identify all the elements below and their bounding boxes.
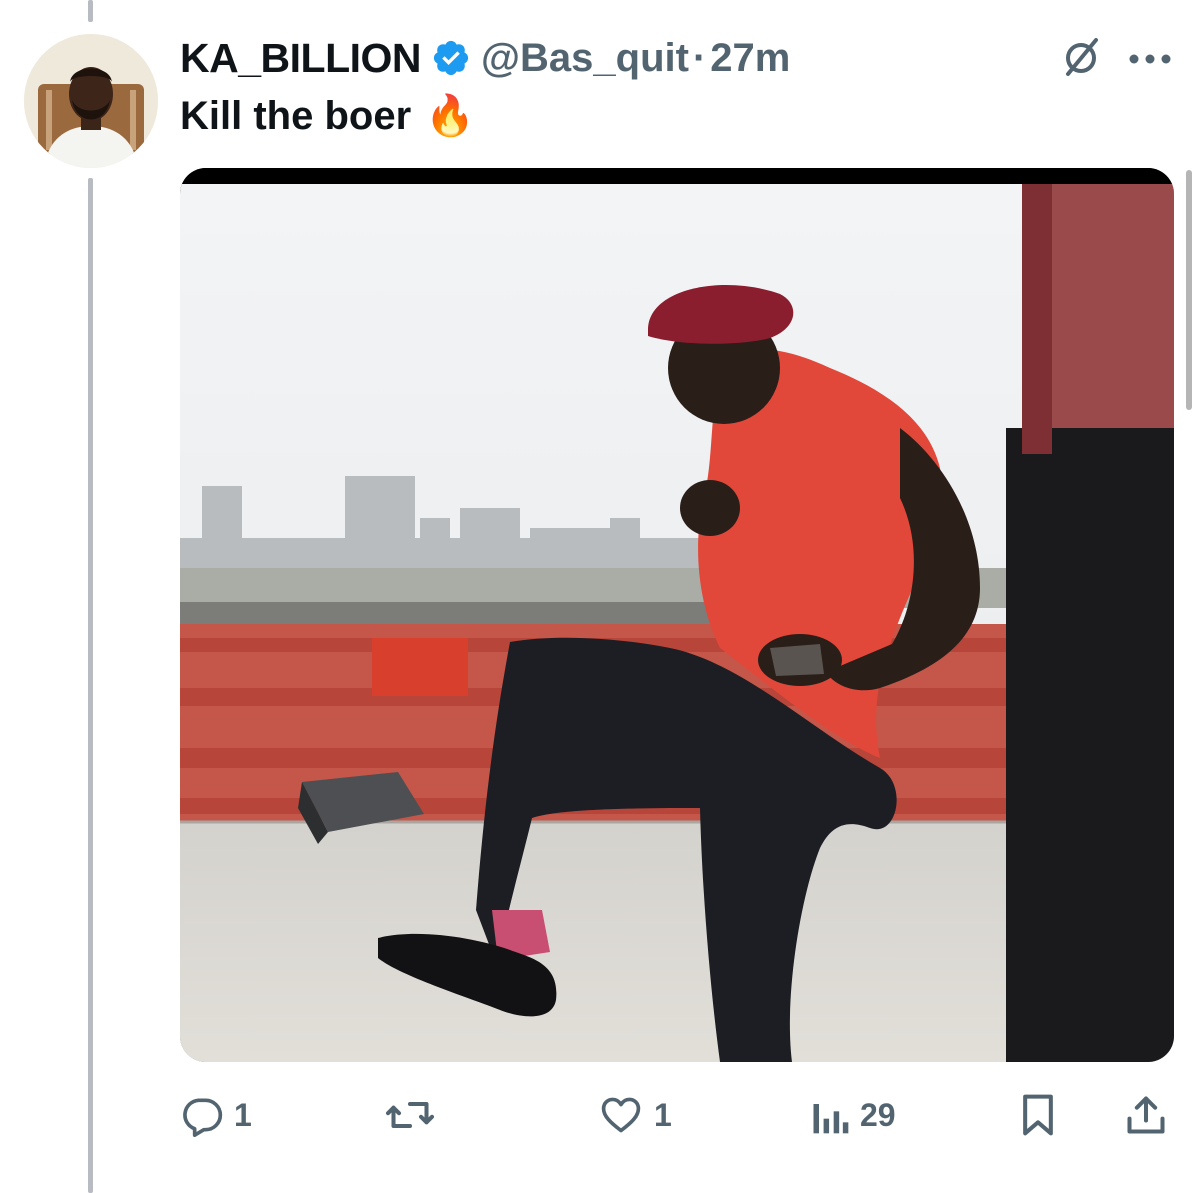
photo — [180, 168, 1174, 1062]
verified-badge-icon — [431, 38, 471, 78]
reply-icon — [180, 1093, 224, 1137]
retweet-button[interactable] — [384, 1090, 446, 1140]
action-bar: 1 1 29 — [0, 1080, 1200, 1150]
tweet-media-image[interactable] — [180, 168, 1174, 1062]
views-count: 29 — [860, 1096, 896, 1133]
bookmark-button[interactable] — [1020, 1090, 1056, 1140]
grok-icon[interactable] — [1058, 34, 1104, 80]
scrollbar[interactable] — [1186, 170, 1192, 410]
reply-count: 1 — [234, 1096, 252, 1133]
display-name[interactable]: KA_BILLION — [180, 35, 422, 82]
handle[interactable]: @Bas_quit — [481, 36, 689, 81]
avatar-image — [24, 34, 158, 168]
retweet-icon — [384, 1093, 436, 1137]
like-icon — [598, 1093, 644, 1137]
avatar[interactable] — [24, 34, 158, 168]
reply-button[interactable]: 1 — [180, 1090, 252, 1140]
share-button[interactable] — [1124, 1090, 1168, 1140]
thread-line-top — [88, 0, 93, 22]
separator-dot: · — [692, 35, 707, 80]
more-icon[interactable] — [1128, 52, 1172, 64]
thread-line — [88, 178, 93, 1193]
views-button[interactable]: 29 — [810, 1090, 896, 1140]
tweet-header: KA_BILLION @Bas_quit · 27m — [180, 30, 790, 86]
like-button[interactable]: 1 — [598, 1090, 672, 1140]
views-icon — [810, 1093, 850, 1137]
like-count: 1 — [654, 1096, 672, 1133]
timestamp[interactable]: 27m — [710, 36, 790, 81]
share-icon — [1124, 1093, 1168, 1137]
tweet-text: Kill the boer 🔥 — [180, 90, 475, 142]
bookmark-icon — [1020, 1093, 1056, 1137]
tweet-page: KA_BILLION @Bas_quit · 27m Kill the boer… — [0, 0, 1200, 1193]
fire-emoji: 🔥 — [425, 94, 475, 138]
tweet-text-body: Kill the boer — [180, 93, 412, 138]
